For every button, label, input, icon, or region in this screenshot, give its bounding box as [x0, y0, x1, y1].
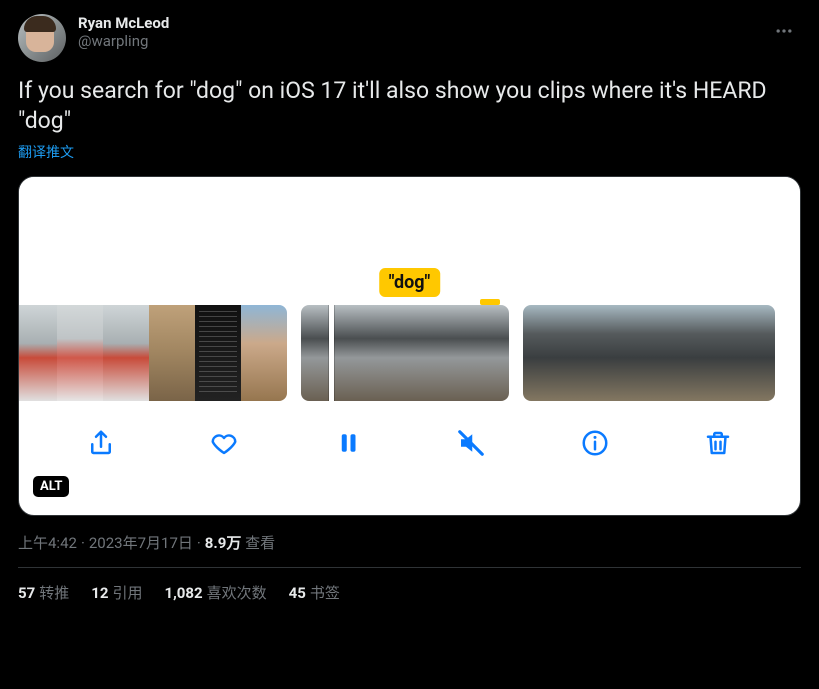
- thumbnail-frame: [565, 305, 607, 401]
- more-icon: [774, 21, 794, 41]
- media-toolbar: [19, 401, 800, 485]
- media-card[interactable]: "dog": [18, 176, 801, 516]
- tweet-date[interactable]: 2023年7月17日: [89, 534, 193, 552]
- info-button[interactable]: [573, 421, 617, 465]
- thumbnail-frame: [241, 305, 287, 401]
- thumbnail-frame: [353, 305, 405, 401]
- pause-icon: [333, 428, 363, 458]
- avatar[interactable]: [18, 14, 66, 62]
- thumbnail-frame: [57, 305, 103, 401]
- clip-group[interactable]: [523, 305, 775, 401]
- like-button[interactable]: [202, 421, 246, 465]
- retweets-stat[interactable]: 57转推: [18, 582, 69, 603]
- thumbnail-frame: [523, 305, 565, 401]
- likes-stat[interactable]: 1,082喜欢次数: [164, 582, 266, 603]
- alt-badge[interactable]: ALT: [33, 476, 69, 497]
- bookmarks-stat[interactable]: 45书签: [289, 582, 340, 603]
- video-filmstrip[interactable]: [19, 305, 800, 401]
- thumbnail-frame: [18, 305, 57, 401]
- thumbnail-frame: [649, 305, 691, 401]
- thumbnail-frame: [691, 305, 733, 401]
- tweet-container: Ryan McLeod @warpling If you search for …: [0, 0, 819, 603]
- thumbnail-frame: [457, 305, 509, 401]
- thumbnail-frame: [149, 305, 195, 401]
- clip-group[interactable]: [301, 305, 509, 401]
- mute-icon: [456, 428, 486, 458]
- playhead[interactable]: [329, 305, 334, 401]
- info-icon: [580, 428, 610, 458]
- translate-link[interactable]: 翻译推文: [18, 142, 74, 162]
- tweet-time[interactable]: 上午4:42: [18, 534, 77, 552]
- media-top-area: "dog": [19, 177, 800, 305]
- views-label: 查看: [245, 534, 275, 552]
- trash-icon: [703, 428, 733, 458]
- share-icon: [86, 428, 116, 458]
- quotes-stat[interactable]: 12引用: [91, 582, 142, 603]
- share-button[interactable]: [79, 421, 123, 465]
- thumbnail-frame: [301, 305, 353, 401]
- author-display-name[interactable]: Ryan McLeod: [78, 14, 767, 32]
- tweet-meta: 上午4:42·2023年7月17日·8.9万 查看: [18, 532, 801, 553]
- mute-button[interactable]: [449, 421, 493, 465]
- views-count[interactable]: 8.9万: [205, 534, 242, 552]
- thumbnail-frame: [195, 305, 241, 401]
- delete-button[interactable]: [696, 421, 740, 465]
- tweet-header: Ryan McLeod @warpling: [18, 14, 801, 62]
- thumbnail-frame: [103, 305, 149, 401]
- tweet-stats: 57转推 12引用 1,082喜欢次数 45书签: [18, 568, 801, 603]
- tweet-text: If you search for "dog" on iOS 17 it'll …: [18, 76, 801, 136]
- heart-icon: [209, 428, 239, 458]
- thumbnail-frame: [405, 305, 457, 401]
- more-button[interactable]: [767, 14, 801, 48]
- thumbnail-frame: [607, 305, 649, 401]
- pause-button[interactable]: [326, 421, 370, 465]
- author-names: Ryan McLeod @warpling: [78, 14, 767, 50]
- thumbnail-frame: [733, 305, 775, 401]
- author-handle[interactable]: @warpling: [78, 32, 767, 50]
- clip-group[interactable]: [18, 305, 287, 401]
- search-term-label: "dog": [379, 268, 441, 297]
